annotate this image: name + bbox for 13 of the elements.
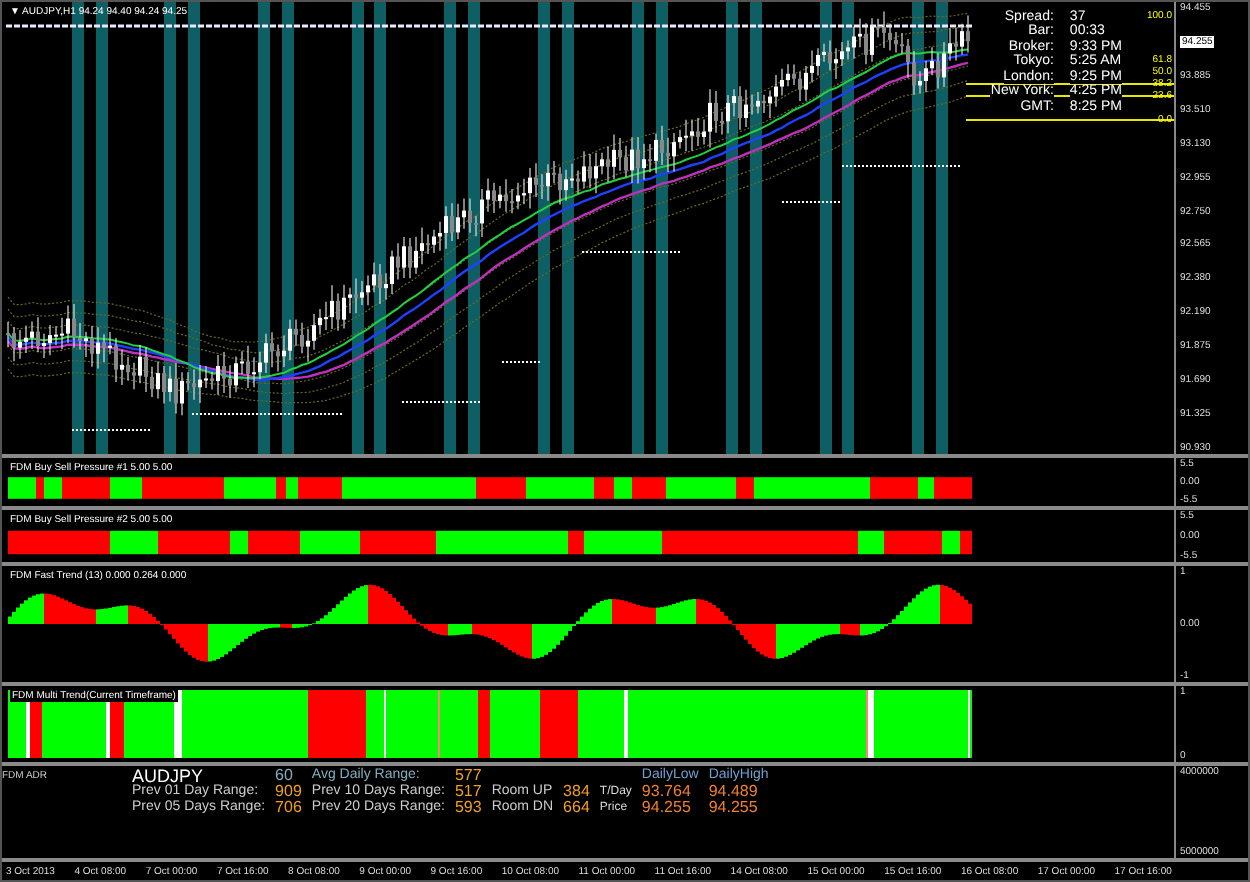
adr-value: 93.764 [641, 784, 693, 800]
adr-value: 664 [563, 800, 590, 816]
adr-value: 94.255 [641, 800, 693, 816]
adr-value: 909 [275, 784, 302, 800]
adr-value: 577 [454, 768, 482, 784]
symbol-label: AUDJPY [132, 768, 204, 784]
adr-value: 384 [563, 784, 590, 800]
adr-value: 94.255 [708, 800, 760, 816]
adr-value: 517 [454, 784, 482, 800]
adr-value: 94.489 [708, 784, 760, 800]
adr-value: 706 [275, 800, 302, 816]
adr-value: 593 [454, 800, 482, 816]
timeframe-label: 60 [275, 768, 295, 784]
